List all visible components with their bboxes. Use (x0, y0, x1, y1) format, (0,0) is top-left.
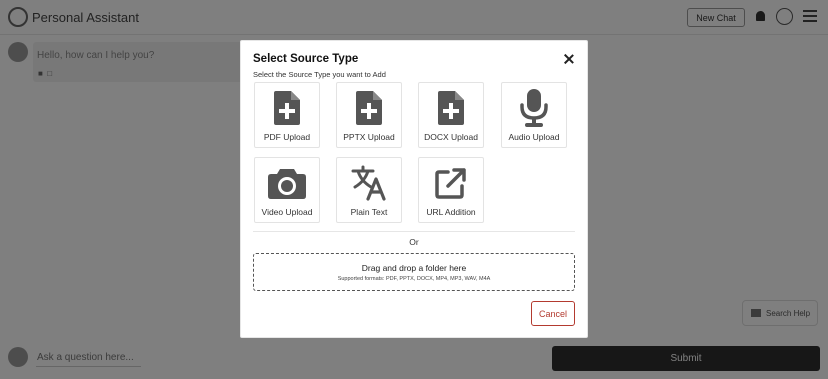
pptx-upload-option[interactable]: PPTX Upload (336, 82, 402, 148)
dropzone-title: Drag and drop a folder here (361, 263, 467, 273)
docx-upload-option[interactable]: DOCX Upload (418, 82, 484, 148)
close-icon[interactable] (563, 53, 575, 65)
folder-dropzone[interactable]: Drag and drop a folder here Supported fo… (253, 253, 575, 291)
file-plus-icon (337, 91, 401, 125)
file-plus-icon (419, 91, 483, 125)
url-addition-option[interactable]: URL Addition (418, 157, 484, 223)
docx-upload-label: DOCX Upload (424, 132, 478, 142)
modal-subtitle: Select the Source Type you want to Add (253, 70, 386, 79)
url-addition-label: URL Addition (426, 207, 476, 217)
dropzone-formats: Supported formats: PDF, PPTX, DOCX, MP4,… (337, 276, 491, 282)
pptx-upload-label: PPTX Upload (343, 132, 395, 142)
video-upload-option[interactable]: Video Upload (254, 157, 320, 223)
select-source-modal: Select Source Type Select the Source Typ… (240, 40, 588, 338)
camera-icon (255, 166, 319, 200)
modal-title: Select Source Type (253, 53, 359, 65)
file-plus-icon (255, 91, 319, 125)
audio-upload-option[interactable]: Audio Upload (501, 82, 567, 148)
plain-text-label: Plain Text (350, 207, 388, 217)
or-separator: Or (409, 237, 419, 247)
microphone-icon (502, 89, 566, 127)
video-upload-label: Video Upload (261, 207, 313, 217)
pdf-upload-label: PDF Upload (263, 132, 311, 142)
divider (253, 231, 575, 232)
audio-upload-label: Audio Upload (508, 132, 560, 142)
plain-text-option[interactable]: Plain Text (336, 157, 402, 223)
pdf-upload-option[interactable]: PDF Upload (254, 82, 320, 148)
external-link-icon (419, 166, 483, 200)
translate-icon (337, 165, 401, 201)
cancel-button[interactable]: Cancel (531, 301, 575, 326)
